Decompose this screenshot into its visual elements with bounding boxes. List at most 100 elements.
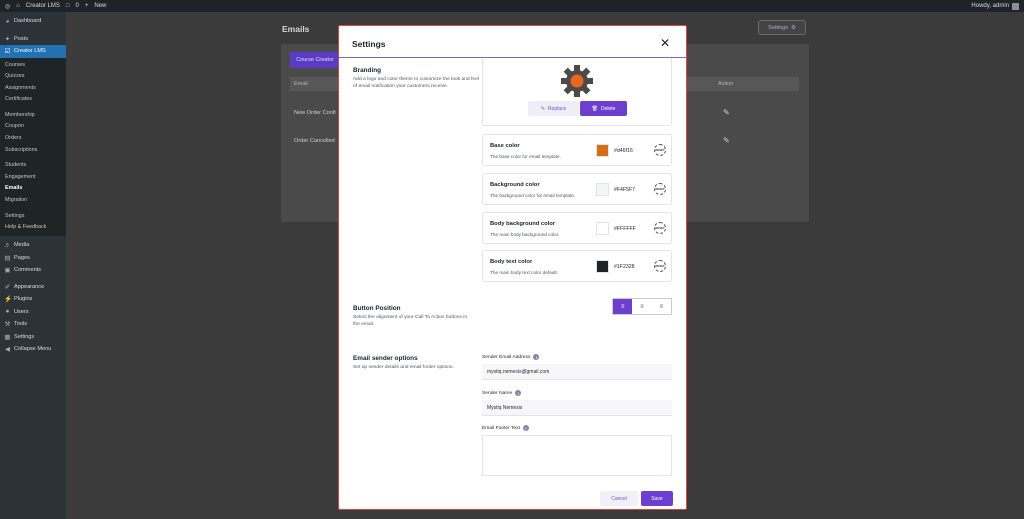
color-title: Background color	[490, 182, 540, 188]
email-name: Order Cancelled	[294, 138, 335, 144]
pencil-icon: ✎	[540, 105, 545, 112]
page-title: Emails	[282, 24, 310, 34]
submenu-subscriptions[interactable]: Subscriptions	[0, 145, 66, 157]
align-center-icon[interactable]: ≡	[632, 299, 651, 314]
site-name-link[interactable]: Creator LMS	[26, 3, 60, 9]
user-menu[interactable]: Howdy, admin	[971, 2, 1019, 10]
settings-icon: ▦	[4, 333, 11, 341]
tab-course-creator[interactable]: Course Creator	[290, 52, 340, 68]
wrench-icon: ⚒	[4, 321, 11, 329]
submenu-courses[interactable]: Courses	[0, 60, 66, 72]
save-button[interactable]: Save	[641, 491, 673, 506]
submenu-settings[interactable]: Settings	[0, 211, 66, 223]
branding-desc: Add a logo and color theme to customize …	[353, 77, 479, 90]
menu-plugins[interactable]: ⚡ Plugins	[0, 293, 66, 306]
sender-name-input[interactable]	[482, 400, 672, 416]
menu-dashboard[interactable]: ◕ Dashboard	[0, 15, 66, 28]
submenu-migration[interactable]: Migration	[0, 195, 66, 207]
new-link[interactable]: New	[94, 3, 106, 9]
reset-icon[interactable]: RESET	[654, 183, 666, 195]
base-color-card: Base color The base color for email temp…	[482, 134, 672, 166]
page-icon: ▤	[4, 254, 11, 262]
color-desc: The main body background color.	[490, 232, 560, 237]
color-desc: The main body text color default.	[490, 270, 559, 275]
submenu-certificates[interactable]: Certificates	[0, 94, 66, 106]
info-icon[interactable]: i	[522, 425, 529, 431]
color-hex[interactable]: #d46f16	[614, 148, 633, 154]
wordpress-logo-icon[interactable]: ◎	[5, 3, 10, 10]
pin-icon: ✦	[4, 35, 11, 43]
info-icon[interactable]: i	[533, 354, 540, 360]
sender-email-input[interactable]	[482, 364, 672, 380]
comment-icon: ▣	[4, 267, 11, 275]
submenu-membership[interactable]: Membership	[0, 110, 66, 122]
color-hex[interactable]: #FFFFFF	[614, 226, 636, 232]
creator-lms-submenu: Courses Quizzes Assignments Certificates…	[0, 57, 66, 236]
delete-logo-button[interactable]: 🗑 Delete	[580, 101, 627, 116]
color-title: Base color	[490, 143, 520, 149]
admin-sidebar: ◕ Dashboard ✦ Posts ☑ Creator LMS Courses Q…	[0, 12, 66, 519]
submenu-help-feedback[interactable]: Help & Feedback	[0, 222, 66, 234]
menu-creator-lms[interactable]: ☑ Creator LMS	[0, 45, 66, 58]
user-icon: ●	[5, 308, 10, 316]
cancel-button[interactable]: Cancel	[600, 491, 638, 506]
menu-comments[interactable]: ▣ Comments	[0, 264, 66, 277]
align-left-icon[interactable]: ≡	[613, 299, 633, 314]
submenu-students[interactable]: Students	[0, 160, 66, 172]
color-desc: The base color for email template.	[490, 154, 561, 159]
col-email: Email	[294, 81, 308, 87]
settings-modal: Settings ✕ Branding Add a logo and color…	[338, 25, 687, 510]
comments-count: 0	[75, 3, 79, 9]
menu-users[interactable]: ● Users	[0, 305, 66, 318]
menu-settings[interactable]: ▦ Settings	[0, 330, 66, 343]
body-background-color-card: Body background color The main body back…	[482, 212, 672, 244]
submenu-emails[interactable]: Emails	[0, 183, 66, 195]
gear-icon: ⚙	[790, 24, 796, 31]
color-swatch[interactable]	[596, 222, 609, 235]
color-title: Body background color	[490, 221, 556, 227]
brush-icon: ✐	[4, 283, 11, 291]
reset-icon[interactable]: RESET	[654, 222, 666, 234]
color-swatch[interactable]	[596, 260, 609, 273]
replace-logo-button[interactable]: ✎ Replace	[528, 101, 579, 116]
menu-tools[interactable]: ⚒ Tools	[0, 318, 66, 331]
reset-icon[interactable]: RESET	[654, 260, 666, 272]
color-hex[interactable]: #1F2328	[614, 264, 634, 270]
menu-collapse[interactable]: ◀ Collapse Menu	[0, 343, 66, 356]
footer-text-label: Email Footer Text i	[482, 425, 529, 431]
menu-appearance[interactable]: ✐ Appearance	[0, 280, 66, 293]
color-swatch[interactable]	[596, 183, 609, 196]
close-icon[interactable]: ✕	[660, 36, 670, 50]
sender-name-label: Sender Name i	[482, 390, 522, 396]
color-hex[interactable]: #F4F5F7	[614, 187, 635, 193]
lms-icon: ☑	[4, 48, 11, 56]
button-position-desc: Select the alignment of your Call To Act…	[353, 315, 468, 328]
submenu-assignments[interactable]: Assignments	[0, 83, 66, 95]
col-action: Action	[718, 81, 734, 87]
comments-icon[interactable]: □	[66, 3, 70, 9]
submenu-engagement[interactable]: Engagement	[0, 172, 66, 184]
avatar[interactable]	[1012, 2, 1019, 10]
footer-text-textarea[interactable]	[482, 435, 672, 476]
submenu-quizzes[interactable]: Quizzes	[0, 71, 66, 83]
color-swatch[interactable]	[596, 144, 609, 157]
modal-header: Settings ✕	[339, 26, 686, 58]
info-icon[interactable]: i	[515, 390, 522, 396]
edit-pencil-icon[interactable]: ✎	[723, 108, 730, 117]
align-right-icon[interactable]: ≡	[652, 299, 671, 314]
sender-options-desc: Set up sender details and email footer o…	[353, 365, 454, 370]
menu-media[interactable]: ♬ Media	[0, 239, 66, 252]
background-color-card: Background color The background color fo…	[482, 173, 672, 205]
submenu-orders[interactable]: Orders	[0, 133, 66, 145]
edit-pencil-icon[interactable]: ✎	[723, 136, 730, 145]
menu-pages[interactable]: ▤ Pages	[0, 251, 66, 264]
trash-icon: 🗑	[591, 105, 598, 112]
home-icon: ⌂	[16, 3, 20, 9]
sender-options-title: Email sender options	[353, 355, 418, 362]
menu-posts[interactable]: ✦ Posts	[0, 33, 66, 46]
media-icon: ♬	[4, 241, 11, 249]
reset-icon[interactable]: RESET	[654, 144, 666, 156]
email-name: New Order Confi	[294, 110, 336, 116]
submenu-coupon[interactable]: Coupon	[0, 121, 66, 133]
settings-button[interactable]: Settings ⚙	[758, 20, 806, 35]
